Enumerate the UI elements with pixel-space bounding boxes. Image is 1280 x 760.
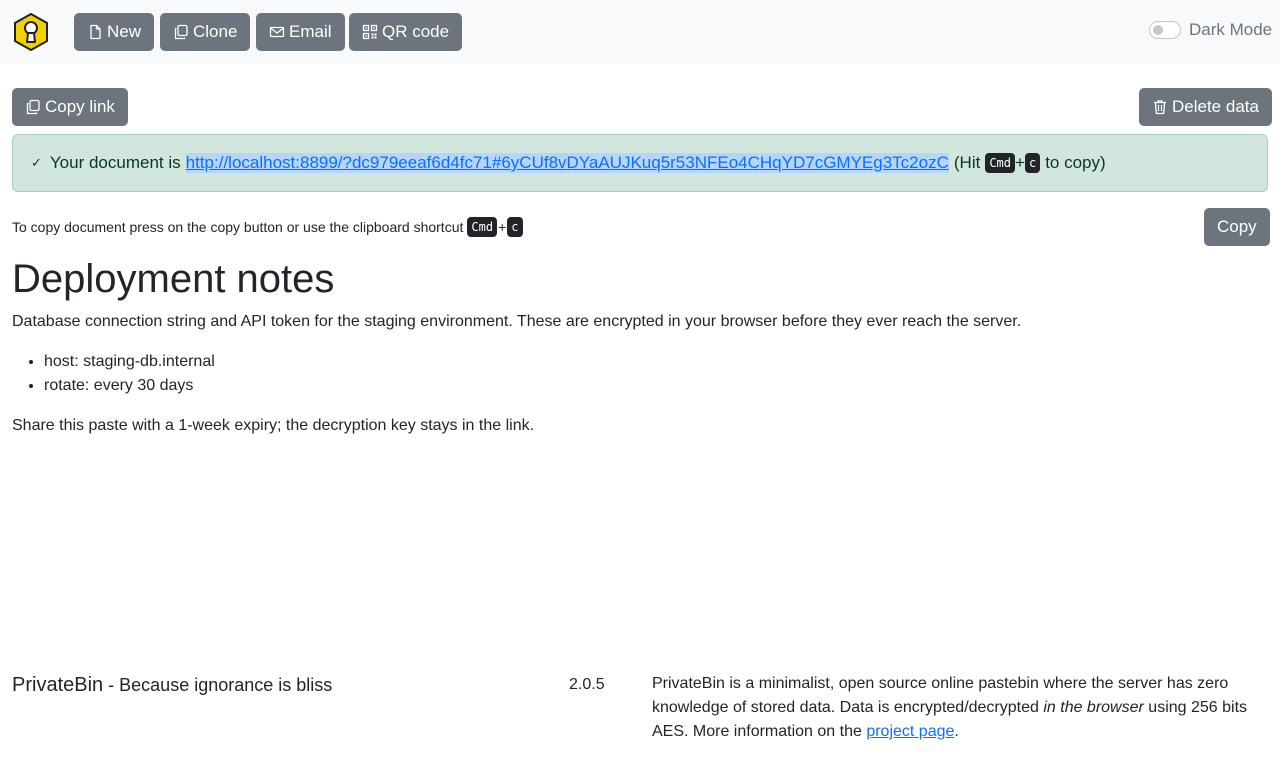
copy-hint-text: To copy document press on the copy butto… [12,219,464,235]
copy-link-button[interactable]: Copy link [12,88,128,126]
qr-code-button-label: QR code [382,22,450,41]
copy-button[interactable]: Copy [1204,208,1270,246]
new-button[interactable]: New [74,13,155,51]
copy-link-label: Copy link [45,97,115,116]
hint-key-plus: + [498,219,507,235]
alert-hint-close: to copy) [1045,153,1106,172]
top-navbar: New Clone Email QR code Dark Mode [0,0,1280,64]
toggle-knob [1153,25,1163,35]
dark-mode-label: Dark Mode [1189,20,1273,39]
dark-mode-toggle[interactable] [1149,21,1181,39]
alert-prefix: Your document is [49,153,181,172]
key-cmd: Cmd [985,153,1016,173]
email-icon [269,26,285,38]
version-number: 2.0.5 [569,676,605,693]
key-c: c [1024,153,1041,173]
list-item: rotate: every 30 days [44,374,215,398]
check-icon: ✓ [31,155,42,170]
email-button-label: Email [289,22,332,41]
copy-button-label: Copy [1217,217,1257,236]
copy-hint: To copy document press on the copy butto… [12,217,523,237]
trash-icon [1154,100,1166,115]
dark-mode-switch[interactable]: Dark Mode [1149,20,1272,40]
qr-code-button[interactable]: QR code [349,13,463,51]
logo-icon[interactable] [13,13,49,51]
clone-button-label: Clone [193,22,238,41]
hint-key-cmd: Cmd [467,217,498,237]
brand-name: PrivateBin [12,674,104,696]
new-button-label: New [107,22,142,41]
document-link[interactable]: http://localhost:8899/?dc979eeaf6d4fc71#… [185,153,949,173]
status-alert: ✓ Your document is http://localhost:8899… [12,134,1268,192]
delete-data-button[interactable]: Delete data [1139,88,1272,126]
alert-hint-open: (Hit [953,153,981,172]
footer-brand: PrivateBin - Because ignorance is bliss [12,674,332,697]
project-page-link[interactable]: project page [866,723,954,740]
delete-data-label: Delete data [1172,97,1259,116]
list-item: host: staging-db.internal [44,350,215,374]
document-list: host: staging-db.internal rotate: every … [12,350,215,398]
about-end: . [954,723,959,740]
document-title: Deployment notes [12,257,335,301]
file-icon [90,24,101,40]
hint-key-c: c [507,217,523,237]
key-plus: + [1015,153,1025,172]
about-text: PrivateBin is a minimalist, open source … [652,672,1272,744]
copy-icon [26,99,40,115]
about-emphasis: in the browser [1043,699,1144,716]
document-outro: Share this paste with a 1-week expiry; t… [12,417,535,434]
document-intro: Database connection string and API token… [12,313,1022,330]
clone-icon [174,24,188,40]
email-button[interactable]: Email [256,13,345,51]
brand-tagline: - Because ignorance is bliss [103,675,333,695]
clone-button[interactable]: Clone [160,13,251,51]
qr-icon [362,24,378,40]
